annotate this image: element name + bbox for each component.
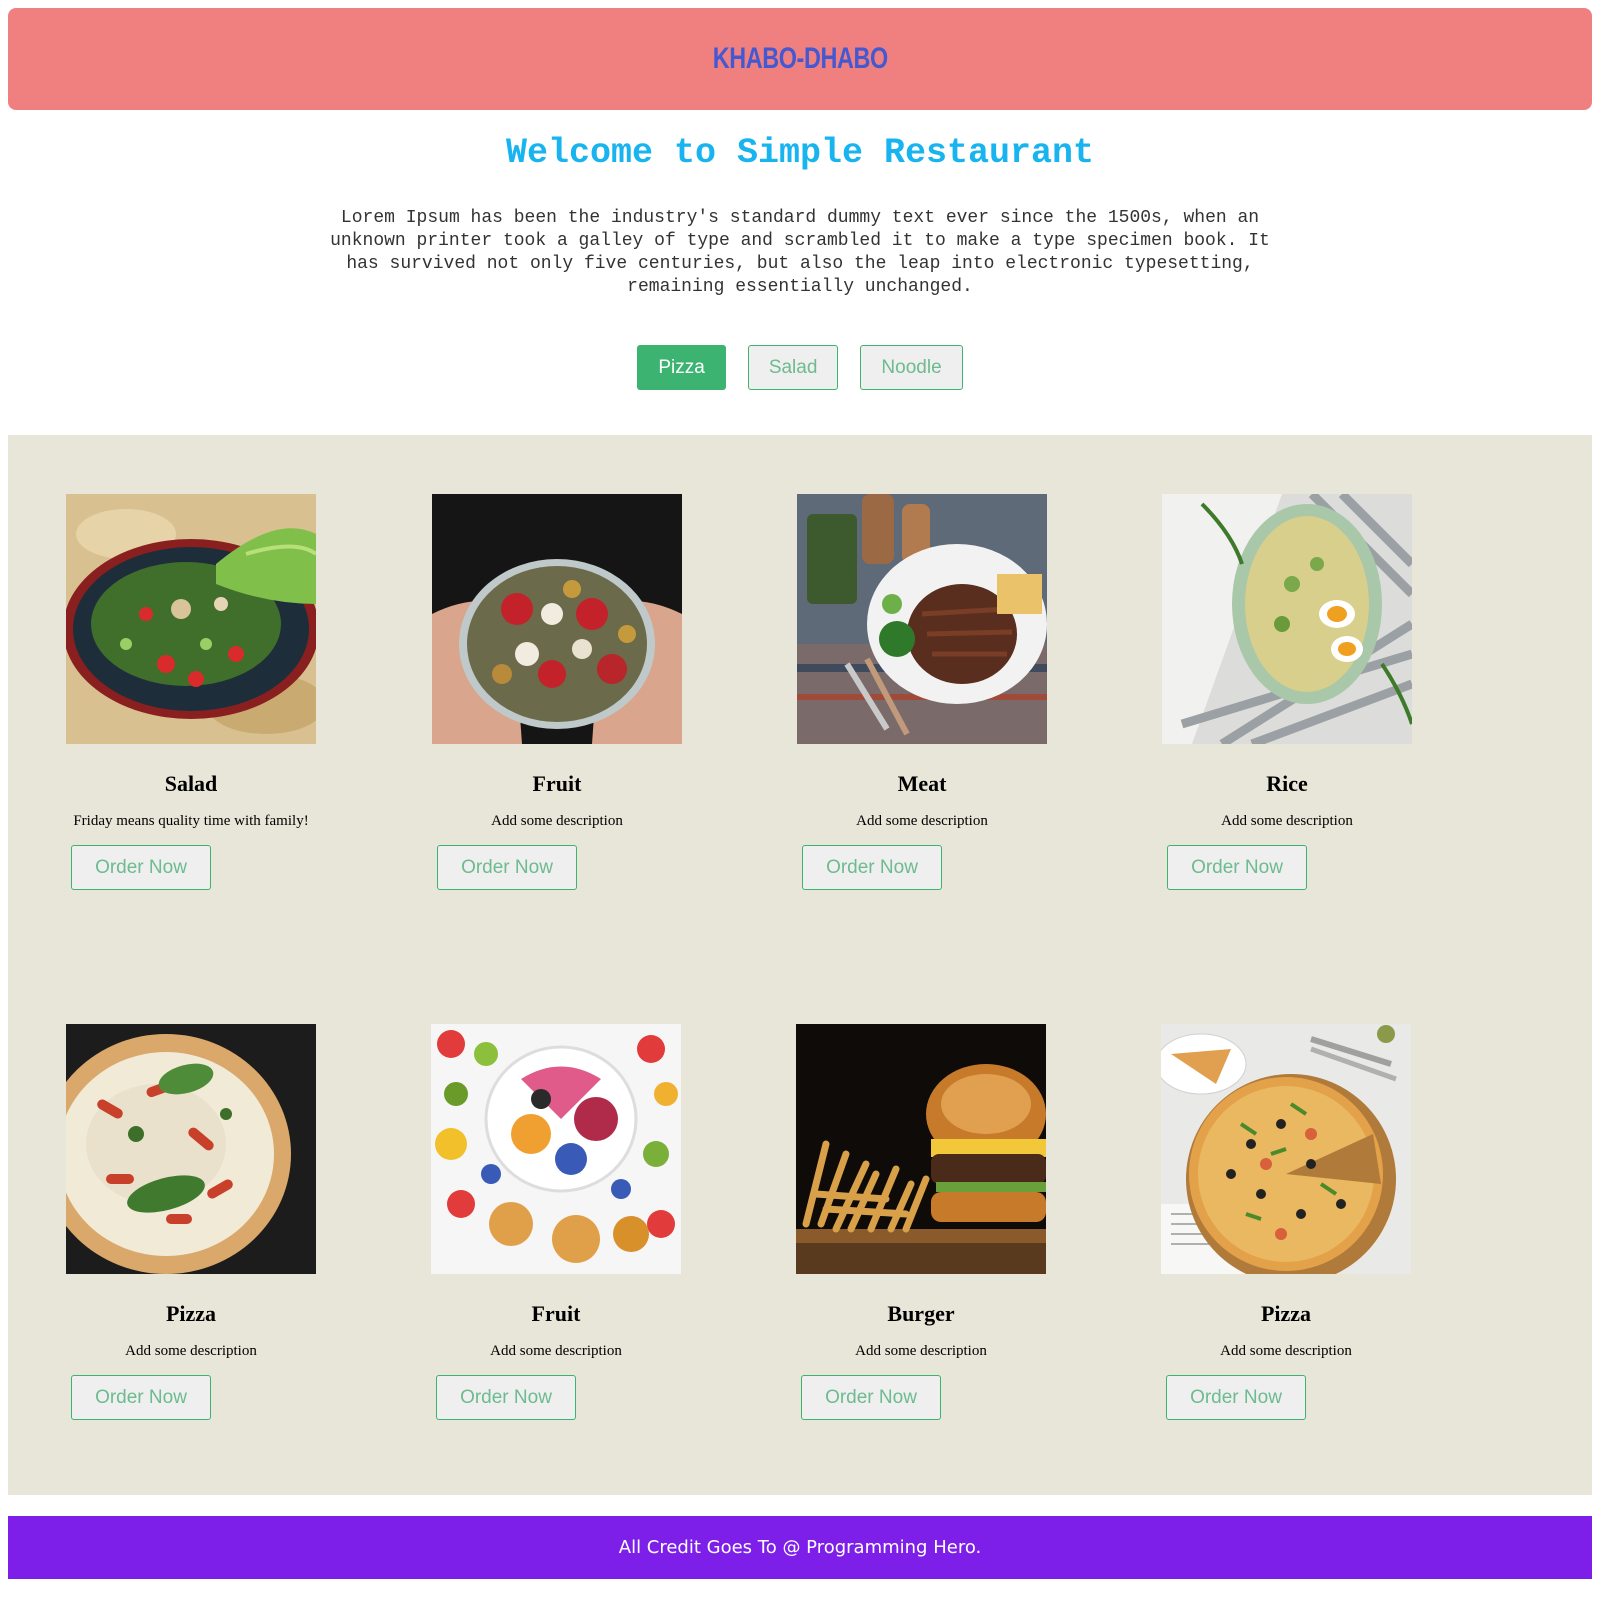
fruit-bowl-image	[432, 494, 682, 744]
filter-noodle-button[interactable]: Noodle	[860, 345, 963, 390]
menu-card: Meat Add some description Order Now	[797, 494, 1047, 890]
pizza-board-image	[1161, 1024, 1411, 1274]
fruit-smoothie-bowl-image	[431, 1024, 681, 1274]
page-title: Welcome to Simple Restaurant	[505, 133, 1095, 173]
order-now-button[interactable]: Order Now	[1166, 1375, 1306, 1420]
site-header: KHABO-DHABO	[8, 8, 1592, 110]
card-title: Fruit	[532, 771, 582, 796]
card-title: Meat	[897, 771, 947, 796]
filter-pizza-button[interactable]: Pizza	[637, 345, 726, 390]
footer-credit: All Credit Goes To @ Programming Hero.	[618, 1537, 982, 1558]
intro-text: Lorem Ipsum has been the industry's stan…	[330, 208, 1270, 297]
order-now-button[interactable]: Order Now	[71, 1375, 211, 1420]
order-now-button[interactable]: Order Now	[436, 1375, 576, 1420]
card-description: Friday means quality time with family!	[73, 813, 309, 829]
card-title: Burger	[887, 1301, 955, 1326]
card-description: Add some description	[1221, 813, 1353, 829]
category-filters: Pizza Salad Noodle	[0, 345, 1600, 390]
salad-bowl-image	[66, 494, 316, 744]
card-description: Add some description	[491, 813, 623, 829]
card-title: Salad	[164, 771, 218, 796]
filter-salad-button[interactable]: Salad	[747, 345, 839, 390]
menu-card: Rice Add some description Order Now	[1162, 494, 1412, 890]
menu-grid: Salad Friday means quality time with fam…	[8, 435, 1592, 1495]
order-now-button[interactable]: Order Now	[437, 845, 577, 890]
menu-card: Fruit Add some description Order Now	[431, 1024, 681, 1420]
card-title: Rice	[1266, 771, 1308, 796]
menu-card: Burger Add some description Order Now	[796, 1024, 1046, 1420]
order-now-button[interactable]: Order Now	[802, 845, 942, 890]
menu-card: Fruit Add some description Order Now	[432, 494, 682, 890]
pizza-basil-image	[66, 1024, 316, 1274]
menu-card: Pizza Add some description Order Now	[1161, 1024, 1411, 1420]
card-title: Pizza	[165, 1301, 217, 1326]
burger-fries-image	[796, 1024, 1046, 1274]
order-now-button[interactable]: Order Now	[801, 1375, 941, 1420]
order-now-button[interactable]: Order Now	[1167, 845, 1307, 890]
rice-plate-image	[1162, 494, 1412, 744]
menu-card: Pizza Add some description Order Now	[66, 1024, 316, 1420]
card-description: Add some description	[855, 1343, 987, 1359]
card-title: Pizza	[1260, 1301, 1312, 1326]
brand-logo[interactable]: KHABO-DHABO	[712, 42, 887, 76]
card-description: Add some description	[125, 1343, 257, 1359]
card-description: Add some description	[490, 1343, 622, 1359]
site-footer: All Credit Goes To @ Programming Hero.	[8, 1516, 1592, 1579]
order-now-button[interactable]: Order Now	[71, 845, 211, 890]
card-title: Fruit	[531, 1301, 581, 1326]
steak-plate-image	[797, 494, 1047, 744]
menu-card: Salad Friday means quality time with fam…	[66, 494, 316, 890]
card-description: Add some description	[1220, 1343, 1352, 1359]
card-description: Add some description	[856, 813, 988, 829]
